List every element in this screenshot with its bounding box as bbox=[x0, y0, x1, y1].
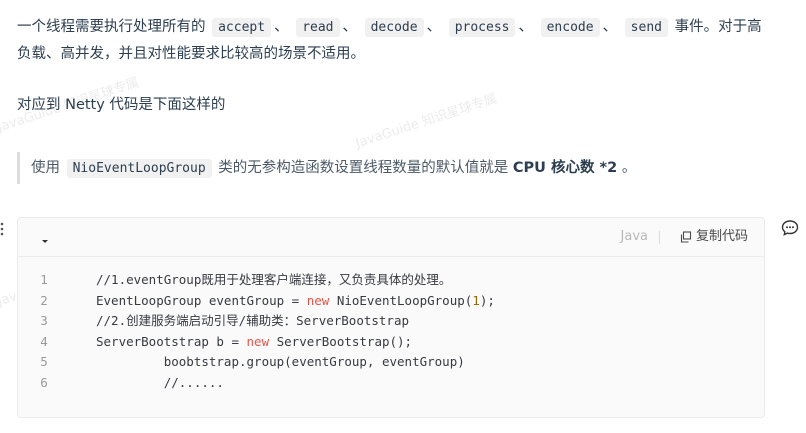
comment-icon[interactable] bbox=[781, 219, 801, 239]
blockquote-tip: 使用 NioEventLoopGroup 类的无参构造函数设置线程数量的默认值就… bbox=[17, 152, 787, 184]
inline-code-send: send bbox=[624, 18, 668, 37]
header-divider bbox=[659, 231, 660, 244]
code-token: new bbox=[246, 333, 270, 349]
code-source: //...... bbox=[96, 373, 224, 394]
inline-code-accept: accept bbox=[212, 18, 272, 37]
inline-code-decode: decode bbox=[364, 18, 424, 37]
separator: 、 bbox=[426, 19, 442, 35]
separator: 、 bbox=[518, 19, 533, 35]
code-line: 4 ServerBootstrap b = new ServerBootstrap… bbox=[18, 332, 764, 353]
inline-code-encode: encode bbox=[540, 18, 600, 37]
code-token: 1 bbox=[472, 292, 480, 308]
line-number: 5 bbox=[40, 354, 48, 369]
inline-code-process: process bbox=[448, 18, 516, 37]
line-number: 3 bbox=[40, 313, 48, 328]
code-token: //1.eventGroup既用于处理客户端连接，又负责具体的处理。 bbox=[96, 272, 452, 287]
code-source: //1.eventGroup既用于处理客户端连接，又负责具体的处理。 bbox=[96, 270, 451, 291]
paragraph-single-thread-model: 一个线程需要执行处理所有的 accept、 read、 decode、 proc… bbox=[17, 14, 777, 67]
code-language-label: Java bbox=[620, 229, 648, 244]
code-body[interactable]: 1 //1.eventGroup既用于处理客户端连接，又负责具体的处理。 2 Even… bbox=[18, 270, 764, 393]
inline-code-read: read bbox=[296, 18, 340, 37]
code-source: boobtstrap.group(eventGroup, eventGroup) bbox=[96, 352, 465, 373]
paragraph-text: 负载、高并发，并且对性能要求比较高的场景不适用。 bbox=[17, 46, 365, 62]
code-token: new bbox=[306, 292, 330, 308]
separator: 、 bbox=[274, 19, 289, 35]
chevron-down-icon[interactable] bbox=[40, 231, 52, 243]
line-number: 2 bbox=[40, 292, 48, 308]
code-source: EventLoopGroup eventGroup = new NioEvent… bbox=[96, 291, 495, 312]
copy-code-button[interactable]: 复制代码 bbox=[680, 227, 748, 247]
quote-strong: CPU 核心数 *2 bbox=[512, 160, 618, 176]
paragraph-text: 事件。对于高 bbox=[674, 19, 762, 35]
code-line: 2 EventLoopGroup eventGroup = new NioEven… bbox=[18, 291, 764, 312]
quote-text: 使用 bbox=[31, 160, 60, 176]
code-token: ServerBootstrap b = bbox=[96, 333, 247, 349]
line-number: 4 bbox=[40, 333, 48, 349]
code-token: //...... bbox=[96, 374, 224, 390]
code-line: 6 //...... bbox=[18, 373, 764, 394]
code-token: EventLoopGroup eventGroup = bbox=[96, 292, 307, 308]
drag-handle-icon[interactable] bbox=[0, 222, 8, 238]
code-block-header: Java 复制代码 bbox=[18, 218, 764, 257]
code-token: NioEventLoopGroup( bbox=[329, 292, 473, 308]
paragraph-netty-intro: 对应到 Netty 代码是下面这样的 bbox=[17, 97, 226, 113]
code-token: ServerBootstrap(); bbox=[269, 333, 413, 349]
code-source: ServerBootstrap b = new ServerBootstrap(… bbox=[96, 332, 412, 353]
quote-text: 。 bbox=[621, 160, 637, 176]
copy-icon bbox=[680, 231, 692, 243]
code-line: 1 //1.eventGroup既用于处理客户端连接，又负责具体的处理。 bbox=[18, 270, 764, 291]
separator: 、 bbox=[602, 19, 618, 35]
paragraph-text: 一个线程需要执行处理所有的 bbox=[17, 19, 206, 35]
code-line: 5 boobtstrap.group(eventGroup, eventGrou… bbox=[18, 352, 764, 373]
code-token: ); bbox=[479, 292, 495, 308]
code-block: Java 复制代码 1 //1.eventGroup既用于处理客户端连接，又负责具… bbox=[17, 217, 765, 418]
line-number: 1 bbox=[40, 272, 48, 287]
copy-code-label: 复制代码 bbox=[695, 229, 748, 244]
separator: 、 bbox=[342, 19, 358, 35]
code-token: boobtstrap.group(eventGroup, eventGroup) bbox=[96, 354, 465, 369]
code-source: //2.创建服务端启动引导/辅助类：ServerBootstrap bbox=[96, 311, 409, 332]
quote-text: 类的无参构造函数设置线程数量的默认值就是 bbox=[218, 160, 509, 176]
inline-code-nioeventloopgroup: NioEventLoopGroup bbox=[66, 159, 212, 178]
code-line: 3 //2.创建服务端启动引导/辅助类：ServerBootstrap bbox=[18, 311, 764, 332]
code-token: //2.创建服务端启动引导/辅助类：ServerBootstrap bbox=[96, 313, 410, 328]
line-number: 6 bbox=[40, 374, 48, 390]
